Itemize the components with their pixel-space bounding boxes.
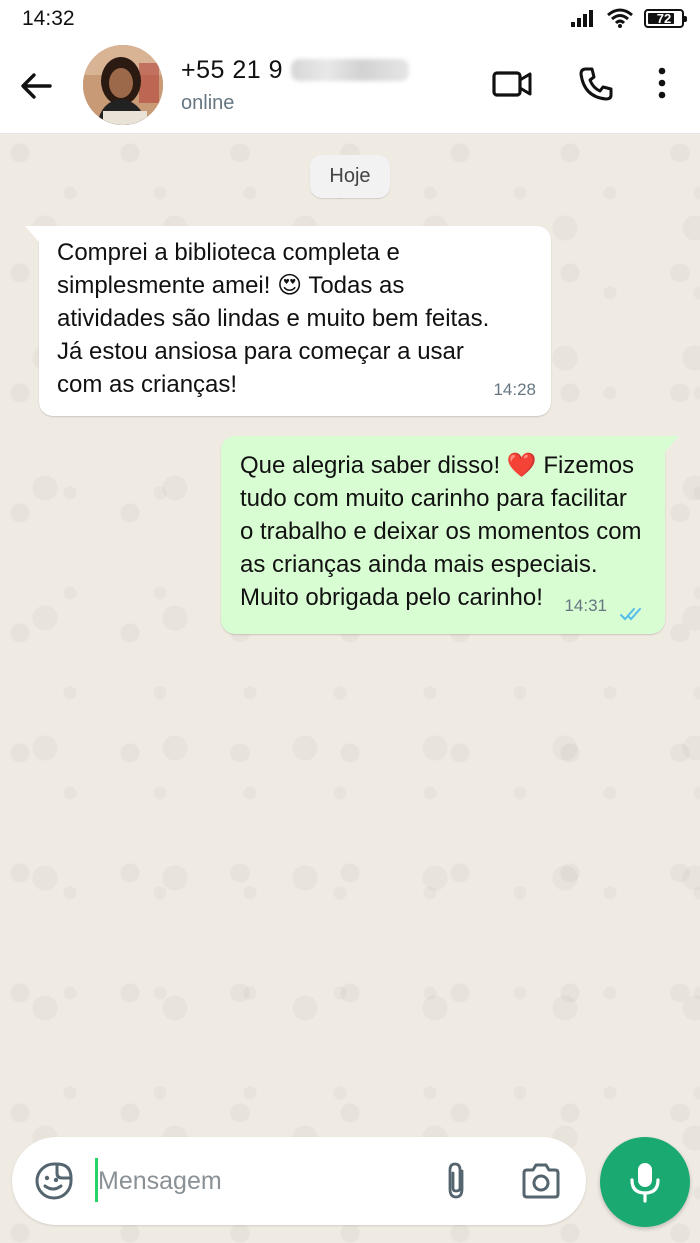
battery-icon: 72	[644, 8, 687, 28]
incoming-message[interactable]: Comprei a biblioteca completa e simplesm…	[25, 226, 551, 416]
camera-icon[interactable]	[520, 1161, 562, 1201]
message-input[interactable]	[98, 1159, 428, 1203]
status-icons: 72	[570, 8, 687, 28]
message-composer	[12, 1137, 586, 1225]
back-arrow-icon[interactable]	[16, 66, 56, 106]
attach-icon[interactable]	[442, 1161, 472, 1201]
message-time: 14:28	[493, 380, 536, 399]
message-time: 14:31	[564, 596, 607, 615]
wifi-icon	[607, 8, 633, 28]
redacted-number	[291, 59, 410, 81]
double-check-icon	[620, 608, 641, 621]
status-time: 14:32	[22, 7, 75, 30]
sticker-icon[interactable]	[34, 1161, 74, 1201]
status-bar: 14:32 72	[0, 0, 700, 38]
mic-icon	[630, 1163, 660, 1203]
mic-button[interactable]	[600, 1137, 690, 1227]
avatar[interactable]	[83, 45, 163, 125]
video-call-icon[interactable]	[492, 66, 532, 102]
date-chip: Hoje	[310, 155, 390, 198]
contact-name[interactable]: +55 21 9	[181, 56, 410, 85]
message-text: Comprei a biblioteca completa e simplesm…	[57, 239, 490, 398]
battery-level: 72	[656, 10, 672, 26]
signal-icon	[571, 10, 593, 27]
phone-icon[interactable]	[578, 66, 614, 102]
chat-header: +55 21 9 online	[0, 38, 700, 134]
more-options-icon[interactable]	[652, 66, 672, 102]
contact-status: online	[181, 92, 235, 114]
outgoing-message[interactable]: Que alegria saber disso! ❤️ Fizemos tudo…	[221, 436, 679, 634]
